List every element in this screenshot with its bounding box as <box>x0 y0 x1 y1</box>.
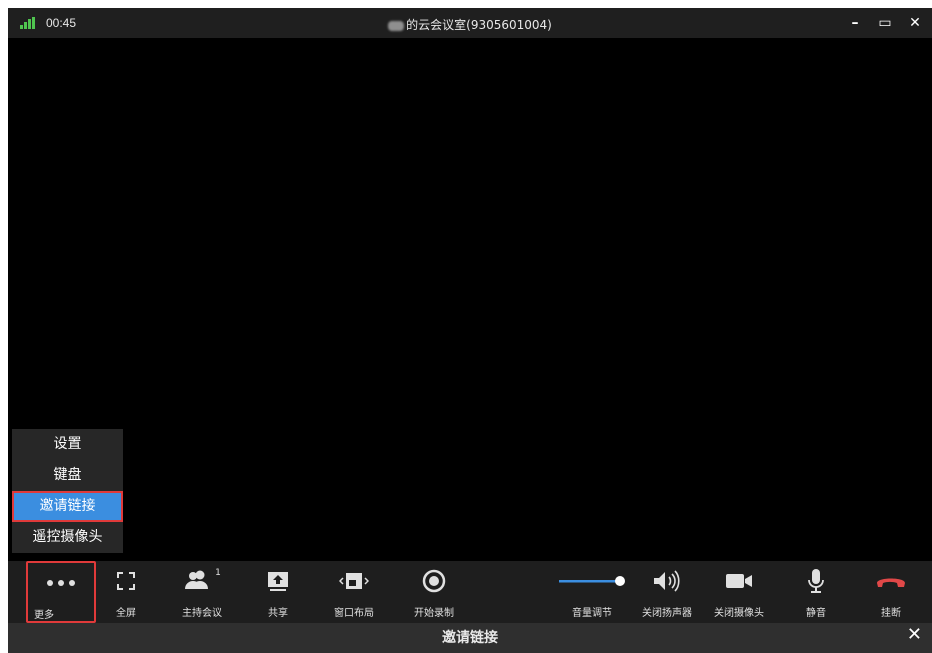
host-count-badge: 1 <box>215 568 221 578</box>
close-button[interactable]: ✕ <box>904 12 926 34</box>
more-label: 更多 <box>34 610 54 621</box>
invite-link-dialog-title: 邀请链接 <box>442 630 498 646</box>
more-menu: 设置 键盘 邀请链接 遥控摄像头 <box>12 429 123 553</box>
window-title: 的云会议室(9305601004) <box>8 16 932 33</box>
start-recording-label: 开始录制 <box>414 608 454 619</box>
mute-label: 静音 <box>806 608 826 619</box>
menu-item-keyboard[interactable]: 键盘 <box>12 460 123 491</box>
minimize-button[interactable]: – <box>844 12 866 34</box>
hang-up-label: 挂断 <box>881 608 901 619</box>
layout-icon <box>326 569 382 593</box>
maximize-button[interactable]: ▭ <box>874 12 896 34</box>
share-button[interactable]: 共享 <box>258 561 298 623</box>
volume-label: 音量调节 <box>572 608 612 619</box>
record-icon <box>406 569 462 593</box>
microphone-icon <box>796 569 836 593</box>
fullscreen-label: 全屏 <box>116 608 136 619</box>
window-layout-label: 窗口布局 <box>334 608 374 619</box>
menu-item-settings[interactable]: 设置 <box>12 429 123 460</box>
title-bar: 00:45 的云会议室(9305601004) – ▭ ✕ <box>8 8 932 38</box>
redacted-name <box>388 20 405 31</box>
meeting-toolbar: 更多 全屏 1 主持会议 共享 窗口布局 开始录制 音量调节 关闭扬声器 关闭摄… <box>8 561 932 623</box>
menu-item-remote-camera[interactable]: 遥控摄像头 <box>12 522 123 553</box>
users-icon: 1 <box>172 568 232 593</box>
share-label: 共享 <box>268 608 288 619</box>
fullscreen-icon <box>106 569 146 593</box>
volume-slider[interactable]: 音量调节 <box>554 561 630 623</box>
speaker-icon <box>634 569 700 593</box>
window-title-text: 的云会议室(9305601004) <box>406 18 552 32</box>
mute-button[interactable]: 静音 <box>796 561 836 623</box>
camera-icon <box>706 569 772 593</box>
video-area <box>8 38 932 561</box>
meeting-window: 00:45 的云会议室(9305601004) – ▭ ✕ 设置 键盘 邀请链接… <box>8 8 932 623</box>
volume-slider-track[interactable] <box>554 569 630 593</box>
window-layout-button[interactable]: 窗口布局 <box>326 561 382 623</box>
fullscreen-button[interactable]: 全屏 <box>106 561 146 623</box>
disable-speaker-label: 关闭扬声器 <box>642 608 692 619</box>
disable-camera-label: 关闭摄像头 <box>714 608 764 619</box>
host-meeting-label: 主持会议 <box>182 608 222 619</box>
host-meeting-button[interactable]: 1 主持会议 <box>172 561 232 623</box>
start-recording-button[interactable]: 开始录制 <box>406 561 462 623</box>
invite-link-dialog-header: 邀请链接 ✕ <box>8 623 932 653</box>
disable-speaker-button[interactable]: 关闭扬声器 <box>634 561 700 623</box>
hang-up-icon <box>868 569 914 593</box>
more-icon <box>28 571 94 595</box>
hang-up-button[interactable]: 挂断 <box>868 561 914 623</box>
menu-item-invite-link[interactable]: 邀请链接 <box>12 491 123 522</box>
dialog-close-icon[interactable]: ✕ <box>907 624 922 645</box>
share-icon <box>258 569 298 593</box>
more-button[interactable]: 更多 <box>26 561 96 623</box>
disable-camera-button[interactable]: 关闭摄像头 <box>706 561 772 623</box>
